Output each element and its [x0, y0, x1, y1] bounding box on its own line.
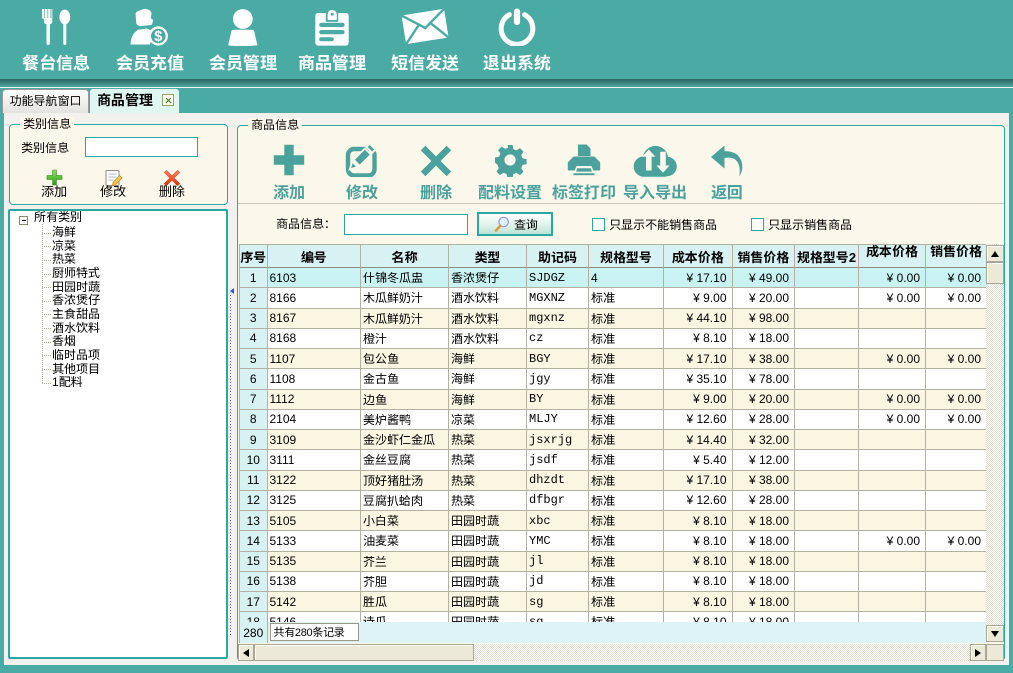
svg-text:$: $	[154, 29, 162, 45]
